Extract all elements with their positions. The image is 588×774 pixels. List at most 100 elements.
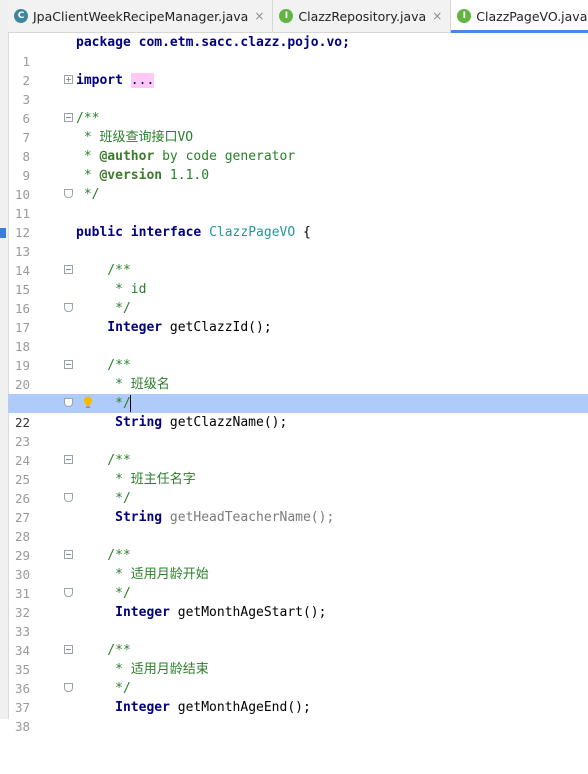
interface-file-icon: I bbox=[457, 9, 472, 23]
text-caret bbox=[130, 395, 131, 412]
tab-label: ClazzRepository.java bbox=[298, 8, 427, 24]
fold-end-icon[interactable] bbox=[64, 683, 73, 692]
code-line[interactable]: 33 Integer getMonthAgeStart(); bbox=[8, 603, 588, 639]
method-declaration: getClazzId(); bbox=[162, 320, 272, 335]
fold-end-icon[interactable] bbox=[64, 303, 73, 312]
type-name: Integer bbox=[76, 320, 163, 335]
code-line[interactable]: 6 bbox=[8, 90, 588, 126]
javadoc-text: /** bbox=[76, 548, 131, 563]
code-line[interactable]: 34 bbox=[8, 622, 588, 658]
javadoc-text: * 适用月龄结束 bbox=[76, 662, 209, 677]
code-line[interactable]: 11 */ bbox=[8, 185, 588, 221]
code-editor[interactable]: 1 package com.etm.sacc.clazz.pojo.vo; 2 … bbox=[8, 33, 588, 734]
type-name: String bbox=[76, 510, 163, 525]
javadoc-text: /** bbox=[76, 358, 131, 373]
code-line[interactable]: 32 */ bbox=[8, 584, 588, 620]
javadoc-text: */ bbox=[76, 396, 131, 411]
tab-label: JpaClientWeekRecipeManager.java bbox=[33, 8, 249, 24]
fold-collapse-icon[interactable] bbox=[64, 360, 73, 369]
fold-end-icon[interactable] bbox=[64, 398, 73, 407]
close-icon[interactable]: × bbox=[432, 9, 442, 23]
tab-clazz-repository[interactable]: I ClazzRepository.java × bbox=[273, 0, 452, 32]
javadoc-text: /** bbox=[76, 263, 131, 278]
interface-name: ClazzPageVO bbox=[209, 225, 296, 240]
code-line[interactable]: 17 */ bbox=[8, 299, 588, 335]
code-line[interactable]: 10 * @version 1.1.0 bbox=[8, 166, 588, 202]
javadoc-text: */ bbox=[76, 681, 131, 696]
method-declaration: getMonthAgeEnd(); bbox=[169, 700, 311, 715]
code-line[interactable]: 13 public interface ClazzPageVO { bbox=[8, 223, 588, 259]
fold-collapse-icon[interactable] bbox=[64, 645, 73, 654]
code-line[interactable]: 21 * 班级名 bbox=[8, 375, 588, 411]
code-line[interactable]: 29 bbox=[8, 527, 588, 563]
javadoc-text: * 班级查询接口VO bbox=[76, 130, 194, 145]
type-name: Integer bbox=[76, 605, 170, 620]
code-line[interactable]: 38 Integer getMonthAgeEnd(); bbox=[8, 698, 588, 734]
javadoc-text: */ bbox=[76, 301, 131, 316]
keyword: public bbox=[76, 225, 123, 240]
code-line[interactable]: 1 package com.etm.sacc.clazz.pojo.vo; bbox=[8, 33, 588, 69]
javadoc-text: * bbox=[76, 149, 100, 164]
fold-collapse-icon[interactable] bbox=[64, 455, 73, 464]
fold-expand-icon[interactable] bbox=[64, 75, 73, 84]
code-line[interactable]: 23 String getClazzName(); bbox=[8, 413, 588, 449]
code-line[interactable]: 18 Integer getClazzId(); bbox=[8, 318, 588, 354]
tab-jpa-client-week-recipe-manager[interactable]: C JpaClientWeekRecipeManager.java × bbox=[8, 0, 274, 32]
javadoc-text: by code generator bbox=[154, 149, 296, 164]
keyword: import bbox=[76, 73, 123, 88]
code-line[interactable]: 30 /** bbox=[8, 546, 588, 582]
editor-tab-bar: C JpaClientWeekRecipeManager.java × I Cl… bbox=[8, 0, 588, 33]
close-icon[interactable]: × bbox=[254, 9, 264, 23]
method-declaration: getClazzName(); bbox=[162, 415, 288, 430]
code-line[interactable]: 35 /** bbox=[8, 641, 588, 677]
code-line[interactable]: 28 String getHeadTeacherName(); bbox=[8, 508, 588, 544]
package-name: com.etm.sacc.clazz.pojo.vo; bbox=[130, 35, 350, 50]
javadoc-text: /** bbox=[76, 643, 131, 658]
code-line[interactable]: 2 bbox=[8, 52, 588, 88]
fold-collapse-icon[interactable] bbox=[64, 113, 73, 122]
javadoc-text: * 适用月龄开始 bbox=[76, 567, 209, 582]
fold-end-icon[interactable] bbox=[64, 588, 73, 597]
fold-collapse-icon[interactable] bbox=[64, 265, 73, 274]
code-line[interactable]: 31 * 适用月龄开始 bbox=[8, 565, 588, 601]
code-line[interactable]: 3 import ... bbox=[8, 71, 588, 107]
javadoc-text: */ bbox=[76, 187, 100, 202]
javadoc-text: /** bbox=[76, 453, 131, 468]
code-line[interactable]: 8 * 班级查询接口VO bbox=[8, 128, 588, 164]
current-line[interactable]: 22 */ bbox=[8, 394, 588, 430]
structure-marker bbox=[0, 228, 6, 238]
folded-imports[interactable]: ... bbox=[130, 73, 155, 88]
code-line[interactable]: 12 bbox=[8, 204, 588, 240]
code-line[interactable]: 25 /** bbox=[8, 451, 588, 487]
code-line[interactable]: 36 * 适用月龄结束 bbox=[8, 660, 588, 696]
class-file-icon: C bbox=[14, 9, 28, 23]
method-declaration: getMonthAgeStart(); bbox=[169, 605, 327, 620]
code-line[interactable]: 27 */ bbox=[8, 489, 588, 525]
code-line[interactable]: 14 bbox=[8, 242, 588, 278]
tab-label: ClazzPageVO.java bbox=[476, 8, 588, 24]
interface-file-icon: I bbox=[279, 9, 294, 23]
type-name: String bbox=[76, 415, 163, 430]
method-declaration: getHeadTeacherName(); bbox=[162, 510, 335, 525]
code-line[interactable]: 7 /** bbox=[8, 109, 588, 145]
javadoc-tag: @version bbox=[99, 168, 163, 183]
code-line[interactable]: 24 bbox=[8, 432, 588, 468]
code-line[interactable]: 16 * id bbox=[8, 280, 588, 316]
fold-end-icon[interactable] bbox=[64, 493, 73, 502]
javadoc-text: */ bbox=[76, 586, 131, 601]
javadoc-text: * 班级名 bbox=[76, 377, 170, 392]
fold-collapse-icon[interactable] bbox=[64, 550, 73, 559]
javadoc-text: * bbox=[76, 168, 100, 183]
code-line[interactable]: 26 * 班主任名字 bbox=[8, 470, 588, 506]
code-line[interactable]: 37 */ bbox=[8, 679, 588, 715]
brace: { bbox=[295, 225, 311, 240]
fold-end-icon[interactable] bbox=[64, 189, 73, 198]
type-name: Integer bbox=[76, 700, 170, 715]
tab-clazz-page-vo[interactable]: I ClazzPageVO.java × bbox=[451, 0, 588, 33]
code-line[interactable]: 19 bbox=[8, 337, 588, 373]
code-line[interactable]: 9 * @author by code generator bbox=[8, 147, 588, 183]
code-line[interactable]: 20 /** bbox=[8, 356, 588, 392]
code-line[interactable]: 15 /** bbox=[8, 261, 588, 297]
javadoc-tag: @author bbox=[99, 149, 155, 164]
javadoc-text: */ bbox=[76, 491, 131, 506]
